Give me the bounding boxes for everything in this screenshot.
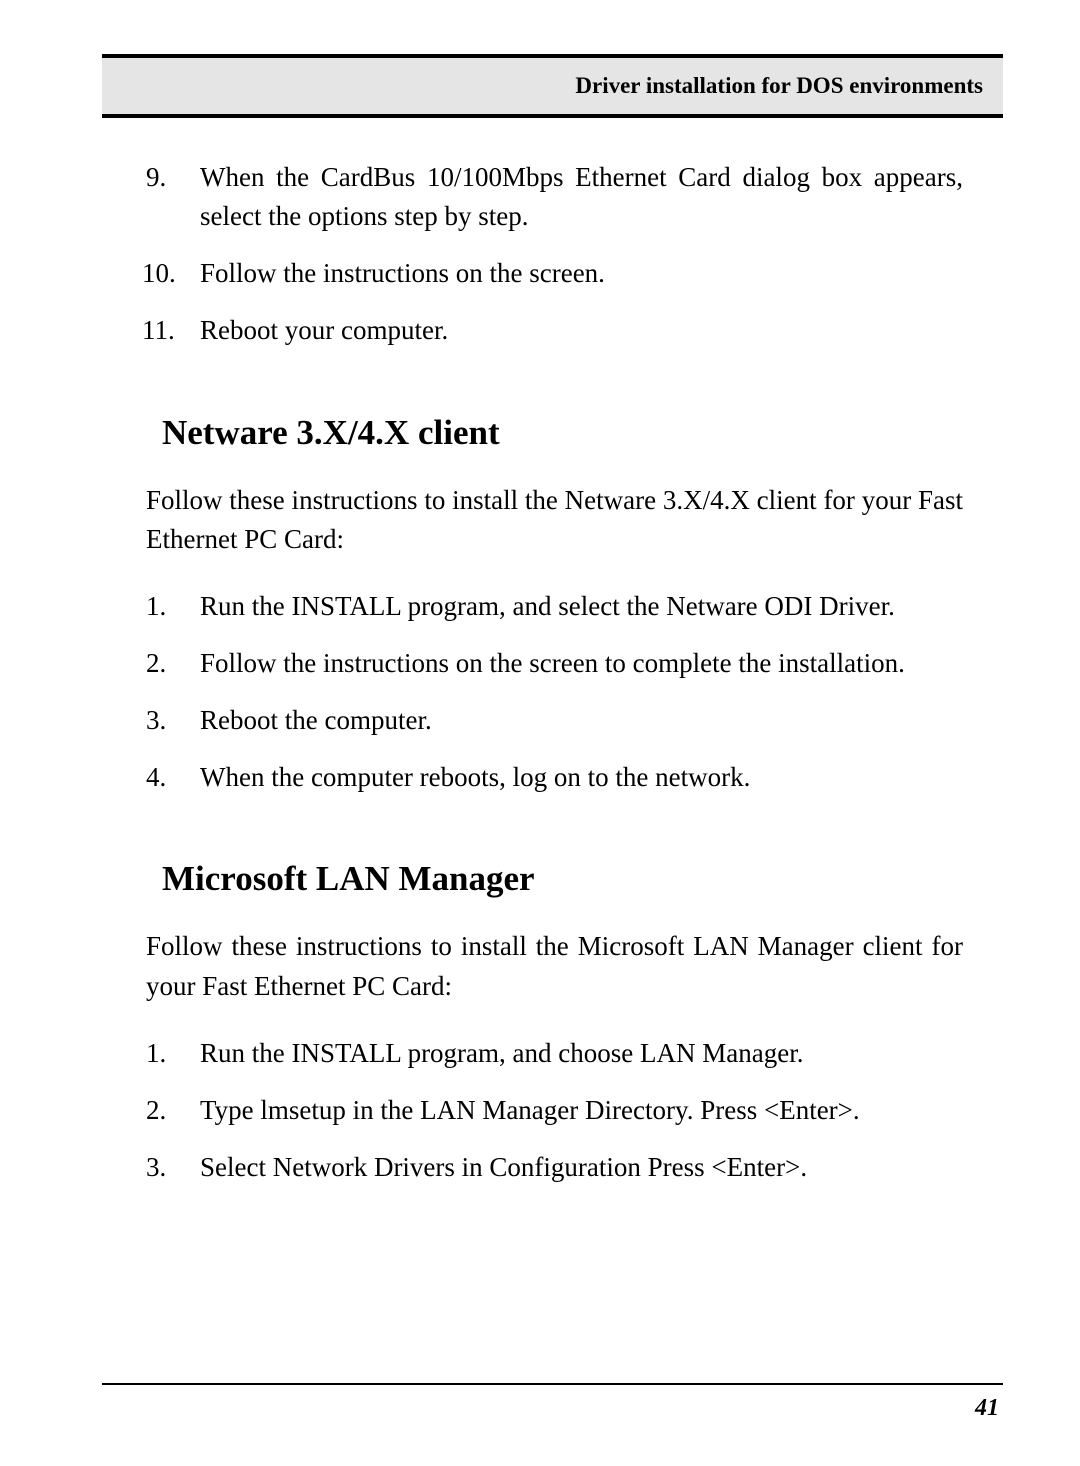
list-text: Follow the instructions on the screen to… [200,644,963,683]
section-heading-lan-manager: Microsoft LAN Manager [162,859,963,899]
page-header: Driver installation for DOS environments [102,58,1003,118]
page-frame: Driver installation for DOS environments… [102,54,1003,1422]
list-text: Reboot the computer. [200,701,963,740]
list-text: When the CardBus 10/100Mbps Ethernet Car… [200,158,963,236]
list-text: Run the INSTALL program, and select the … [200,587,963,626]
list-item: 1. Run the INSTALL program, and choose L… [142,1034,963,1073]
list-number: 1. [142,587,200,626]
header-title: Driver installation for DOS environments [575,73,983,98]
list-text: Follow the instructions on the screen. [200,254,963,293]
list-item: 2. Type lmsetup in the LAN Manager Direc… [142,1091,963,1130]
list-number: 11. [142,311,200,350]
list-item: 3. Reboot the computer. [142,701,963,740]
list-number: 2. [142,1091,200,1130]
list-number: 3. [142,1148,200,1187]
list-number: 3. [142,701,200,740]
page-number: 41 [975,1395,1003,1421]
list-number: 2. [142,644,200,683]
list-number: 4. [142,758,200,797]
section-heading-netware: Netware 3.X/4.X client [162,413,963,453]
section-intro: Follow these instructions to install the… [146,927,963,1005]
list-item: 2. Follow the instructions on the screen… [142,644,963,683]
list-item: 4. When the computer reboots, log on to … [142,758,963,797]
list-number: 10. [142,254,200,293]
section-intro: Follow these instructions to install the… [146,481,963,559]
page-content: 9. When the CardBus 10/100Mbps Ethernet … [102,118,1003,1187]
list-number: 1. [142,1034,200,1073]
page-footer: 41 [102,1383,1003,1422]
list-item: 3. Select Network Drivers in Configurati… [142,1148,963,1187]
list-text: Run the INSTALL program, and choose LAN … [200,1034,963,1073]
list-text: Type lmsetup in the LAN Manager Director… [200,1091,963,1130]
list-item: 10. Follow the instructions on the scree… [142,254,963,293]
list-item: 11. Reboot your computer. [142,311,963,350]
list-text: Reboot your computer. [200,311,963,350]
list-item: 9. When the CardBus 10/100Mbps Ethernet … [142,158,963,236]
list-number: 9. [142,158,200,236]
list-item: 1. Run the INSTALL program, and select t… [142,587,963,626]
list-text: When the computer reboots, log on to the… [200,758,963,797]
list-text: Select Network Drivers in Configuration … [200,1148,963,1187]
